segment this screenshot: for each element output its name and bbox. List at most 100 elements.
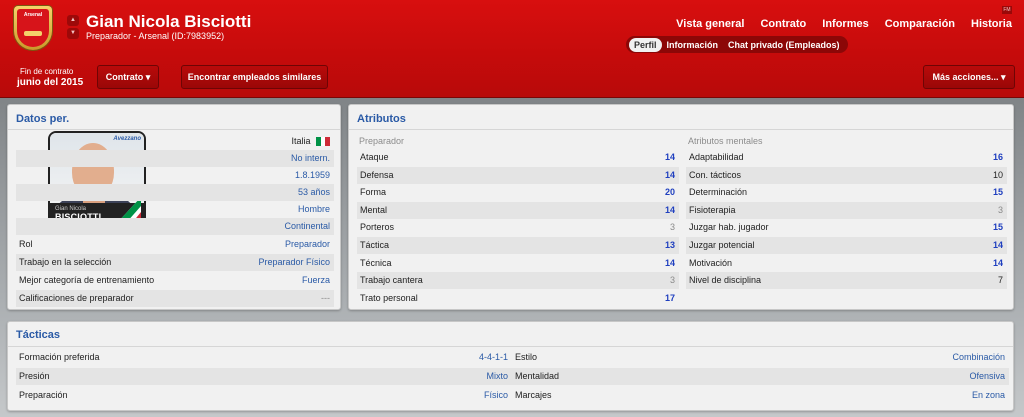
subtab-perfil[interactable]: Perfil <box>629 37 662 52</box>
attribute-label: Juzgar hab. jugador <box>689 222 769 233</box>
attribute-value: 14 <box>992 257 1003 268</box>
attribute-value: 15 <box>992 222 1003 233</box>
nationality-flag-icon <box>316 137 330 147</box>
staff-nav-arrows: ▲ ▼ <box>67 15 79 39</box>
previous-arrow-icon[interactable]: ▲ <box>67 15 79 26</box>
mental-heading: Atributos mentales <box>688 136 763 146</box>
role-value[interactable]: Preparador <box>285 236 330 253</box>
top-tab-bar: Vista general Contrato Informes Comparac… <box>676 18 1012 30</box>
attribute-value: 17 <box>664 292 675 303</box>
attribute-row: Porteros 3 <box>357 219 679 236</box>
pressing-label: Presión <box>19 371 50 381</box>
attribute-value: 14 <box>992 240 1003 250</box>
attribute-label: Motivación <box>689 257 733 268</box>
style-label: Estilo <box>515 352 538 362</box>
birthdate-value: 1.8.1959 <box>294 170 330 180</box>
gender-value: Hombre <box>297 204 330 214</box>
tactics-title: Tácticas <box>16 329 61 341</box>
attribute-label: Determinación <box>689 187 748 198</box>
attribute-value: 10 <box>992 169 1003 180</box>
attribute-row: Mental 14 <box>357 201 679 219</box>
attribute-value: 3 <box>997 204 1003 215</box>
preparation-label: Preparación <box>19 390 68 400</box>
club-crest-icon[interactable]: Arsenal <box>14 6 52 50</box>
fm-badge-icon: FM <box>1002 6 1012 14</box>
personal-data-title: Datos per. <box>16 113 70 125</box>
tab-comparacion[interactable]: Comparación <box>885 18 955 30</box>
page-title: Gian Nicola Bisciotti <box>86 12 252 31</box>
attributes-panel: Atributos Preparador Atributos mentales … <box>348 104 1014 310</box>
contract-dropdown-button[interactable]: Contrato ▾ <box>97 65 159 89</box>
mentality-label: Mentalidad <box>515 371 560 381</box>
attribute-row: Forma 20 <box>357 184 679 201</box>
attribute-row: Nivel de disciplina 7 <box>686 272 1007 290</box>
divider <box>8 129 340 130</box>
subtab-chat-privado[interactable]: Chat privado (Empleados) <box>723 38 845 52</box>
tab-informes[interactable]: Informes <box>822 18 868 30</box>
attribute-value: 14 <box>664 257 675 268</box>
attribute-label: Forma <box>360 187 387 198</box>
attribute-row: Trato personal 17 <box>357 290 679 307</box>
tab-historia[interactable]: Historia <box>971 18 1012 30</box>
attribute-value: 20 <box>664 187 675 198</box>
mentality-value[interactable]: Ofensiva <box>969 368 1005 385</box>
attribute-label: Nivel de disciplina <box>689 275 762 286</box>
attribute-label: Adaptabilidad <box>689 152 744 162</box>
nationality-value[interactable]: Italia <box>291 133 330 150</box>
marking-value[interactable]: En zona <box>972 387 1005 404</box>
attribute-row: Juzgar hab. jugador 15 <box>686 219 1007 236</box>
contract-end-label: Fin de contrato <box>20 67 74 76</box>
attribute-label: Porteros <box>360 222 395 233</box>
marking-label: Marcajes <box>515 390 552 400</box>
page-subtitle: Preparador - Arsenal (ID:7983952) <box>86 31 225 41</box>
attribute-value: 3 <box>669 275 675 286</box>
attribute-row: Con. tácticos 10 <box>686 166 1007 184</box>
info-row-age: 53 años <box>16 184 334 201</box>
contract-end-value: junio del 2015 <box>17 77 84 88</box>
attribute-label: Trato personal <box>360 292 418 303</box>
profile-header: Arsenal ▲ ▼ Gian Nicola Bisciotti Prepar… <box>0 0 1024 98</box>
tab-contrato[interactable]: Contrato <box>760 18 806 30</box>
coach-ratings-label: Calificaciones de preparador <box>19 293 134 303</box>
tactics-row-formation: Formación preferida 4-4-1-1 <box>16 349 512 366</box>
national-team-job-value[interactable]: Preparador Físico <box>258 254 330 271</box>
attribute-label: Trabajo cantera <box>360 275 423 286</box>
age-value: 53 años <box>297 187 330 197</box>
subtab-informacion[interactable]: Información <box>662 38 724 52</box>
attribute-value: 15 <box>992 187 1003 198</box>
detail-row-coach-ratings: Calificaciones de preparador --- <box>16 290 334 307</box>
attribute-value: 14 <box>664 169 675 180</box>
formation-value[interactable]: 4-4-1-1 <box>479 349 508 366</box>
tactics-row-mentality: Mentalidad Ofensiva <box>512 368 1009 385</box>
attribute-label: Táctica <box>360 240 390 250</box>
more-actions-button[interactable]: Más acciones... ▾ <box>923 65 1015 89</box>
info-row-continental: Continental <box>16 218 334 235</box>
tactics-row-pressing: Presión Mixto <box>16 368 512 385</box>
attribute-value: 13 <box>664 240 675 250</box>
role-label: Rol <box>19 239 33 249</box>
coach-ratings-value: --- <box>321 293 330 303</box>
nationality-text: Italia <box>291 136 311 146</box>
tactics-row-preparation: Preparación Físico <box>16 387 512 404</box>
attribute-row: Adaptabilidad 16 <box>686 149 1007 166</box>
pressing-value[interactable]: Mixto <box>486 368 508 385</box>
style-value[interactable]: Combinación <box>952 349 1005 366</box>
international-status-value: No intern. <box>290 153 330 163</box>
attribute-row: Ataque 14 <box>357 149 679 166</box>
attribute-row: Defensa 14 <box>357 166 679 184</box>
tactics-row-style: Estilo Combinación <box>512 349 1009 366</box>
attribute-label: Con. tácticos <box>689 169 742 180</box>
attribute-row: Técnica 14 <box>357 255 679 272</box>
info-row-international: No intern. <box>16 150 334 167</box>
crest-field: Arsenal <box>17 9 49 47</box>
preparation-value[interactable]: Físico <box>484 387 508 404</box>
next-arrow-icon[interactable]: ▼ <box>67 28 79 39</box>
attribute-label: Ataque <box>360 152 389 162</box>
best-training-value[interactable]: Fuerza <box>302 272 330 289</box>
detail-row-best-training: Mejor categoría de entrenamiento Fuerza <box>16 272 334 289</box>
find-similar-staff-button[interactable]: Encontrar empleados similares <box>181 65 328 89</box>
detail-row-role: Rol Preparador <box>16 236 334 253</box>
attribute-value: 3 <box>669 222 675 233</box>
info-row-birthdate: 1.8.1959 <box>16 167 334 184</box>
tab-vista-general[interactable]: Vista general <box>676 18 744 30</box>
